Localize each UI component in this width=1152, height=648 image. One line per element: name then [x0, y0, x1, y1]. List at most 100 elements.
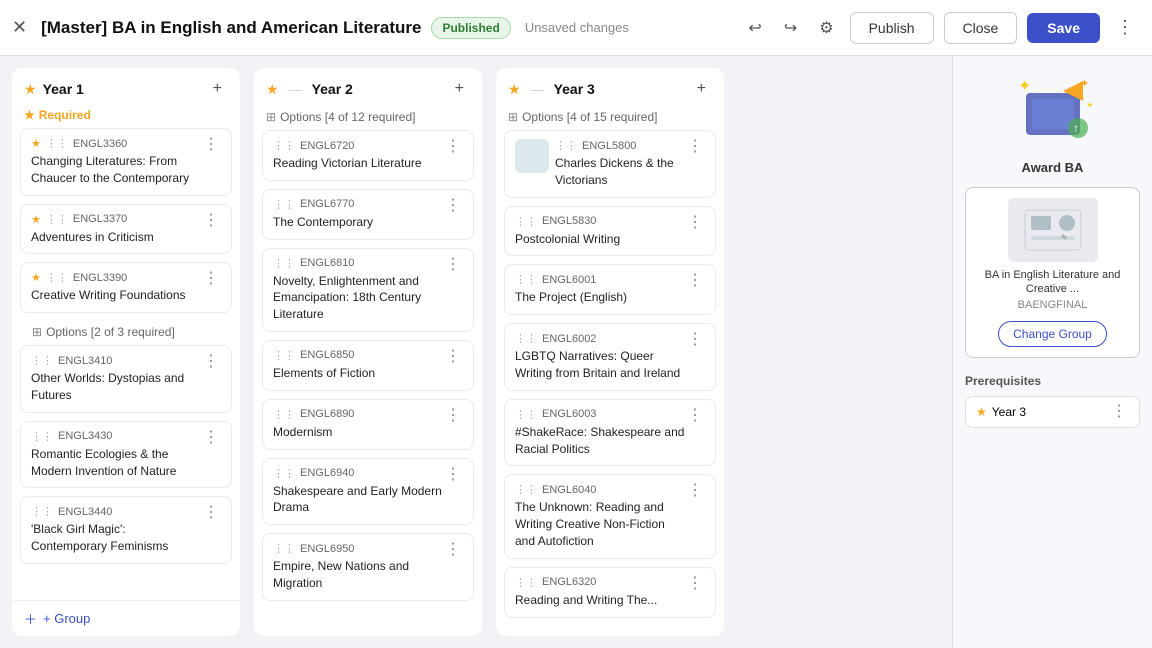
svg-text:↑: ↑ [1073, 121, 1079, 135]
prereq-label: Year 3 [992, 405, 1026, 419]
table-row: ★ ⋮⋮ ENGL3370 Adventures in Criticism ⋮ [20, 204, 232, 255]
change-group-button[interactable]: Change Group [998, 321, 1107, 347]
save-button[interactable]: Save [1027, 13, 1100, 43]
card-menu-button[interactable]: ⋮ [443, 542, 463, 558]
award-section: ↑ ✦ ✦ ✦ Award BA ✎ [965, 72, 1140, 358]
right-panel: ↑ ✦ ✦ ✦ Award BA ✎ [952, 56, 1152, 648]
card-menu-button[interactable]: ⋮ [443, 408, 463, 424]
card-menu-button[interactable]: ⋮ [685, 139, 705, 155]
star-icon: ★ [508, 81, 521, 98]
card-title: LGBTQ Narratives: Queer Writing from Bri… [515, 348, 685, 382]
list-icon: ⋮⋮ [46, 213, 68, 226]
undo-button[interactable]: ↩ [742, 12, 767, 44]
list-icon: ⋮⋮ [515, 273, 537, 286]
column-year1: ★ Year 1 + ★ Required ★ ⋮⋮ ENGL3360 [12, 68, 240, 636]
credential-thumbnail: ✎ [1008, 198, 1098, 262]
list-icon: ⋮⋮ [31, 505, 53, 518]
card-menu-button[interactable]: ⋮ [201, 271, 221, 287]
award-image-area: ↑ ✦ ✦ ✦ [1008, 72, 1098, 152]
options-icon: ⊞ [266, 110, 276, 124]
card-menu-button[interactable]: ⋮ [685, 215, 705, 231]
year1-cards: ★ ⋮⋮ ENGL3360 Changing Literatures: From… [12, 128, 240, 600]
table-row: ⋮⋮ ENGL3440 'Black Girl Magic': Contempo… [20, 496, 232, 564]
card-menu-button[interactable]: ⋮ [201, 213, 221, 229]
columns-area: ★ Year 1 + ★ Required ★ ⋮⋮ ENGL3360 [0, 56, 952, 648]
redo-button[interactable]: ↪ [778, 12, 803, 44]
table-row: ⋮⋮ ENGL6040 The Unknown: Reading and Wri… [504, 474, 716, 558]
card-menu-button[interactable]: ⋮ [443, 467, 463, 483]
card-menu-button[interactable]: ⋮ [201, 137, 221, 153]
card-star-icon: ★ [31, 137, 41, 150]
options-icon: ⊞ [32, 325, 42, 339]
credential-code: BAENGFINAL [976, 299, 1129, 311]
table-row: ⋮⋮ ENGL6002 LGBTQ Narratives: Queer Writ… [504, 323, 716, 391]
card-code: ENGL6001 [542, 274, 596, 286]
main-area: ★ Year 1 + ★ Required ★ ⋮⋮ ENGL3360 [0, 56, 1152, 648]
options-icon: ⊞ [508, 110, 518, 124]
card-menu-button[interactable]: ⋮ [443, 198, 463, 214]
card-menu-button[interactable]: ⋮ [201, 354, 221, 370]
publish-button[interactable]: Publish [850, 12, 934, 44]
list-icon: ⋮⋮ [515, 483, 537, 496]
card-code: ENGL5800 [582, 140, 636, 152]
credential-card: ✎ BA in English Literature and Creative … [965, 187, 1140, 358]
table-row: ⋮⋮ ENGL6720 Reading Victorian Literature… [262, 130, 474, 181]
card-menu-button[interactable]: ⋮ [685, 332, 705, 348]
card-title: Romantic Ecologies & the Modern Inventio… [31, 446, 201, 480]
prereq-menu-button[interactable]: ⋮ [1109, 404, 1129, 420]
card-code: ENGL6890 [300, 408, 354, 420]
table-row: ⋮⋮ ENGL6940 Shakespeare and Early Modern… [262, 458, 474, 526]
table-row: ★ ⋮⋮ ENGL3360 Changing Literatures: From… [20, 128, 232, 196]
card-menu-button[interactable]: ⋮ [685, 273, 705, 289]
card-title: Reading Victorian Literature [273, 155, 422, 172]
table-row: ⋮⋮ ENGL3410 Other Worlds: Dystopias and … [20, 345, 232, 413]
card-menu-button[interactable]: ⋮ [443, 139, 463, 155]
list-icon: ⋮⋮ [46, 271, 68, 284]
card-title: Creative Writing Foundations [31, 287, 186, 304]
card-menu-button[interactable]: ⋮ [443, 349, 463, 365]
add-group-button[interactable]: ＋ + Group [12, 600, 240, 636]
card-code: ENGL6940 [300, 467, 354, 479]
list-icon: ⋮⋮ [31, 354, 53, 367]
card-code: ENGL3360 [73, 138, 127, 150]
list-icon: ⋮⋮ [515, 215, 537, 228]
table-row: ⋮⋮ ENGL6890 Modernism ⋮ [262, 399, 474, 450]
connector-line: — [531, 82, 544, 97]
year1-label: Year 1 [43, 81, 201, 97]
more-options-button[interactable]: ⋮ [1110, 11, 1140, 44]
list-icon: ⋮⋮ [273, 257, 295, 270]
back-icon[interactable]: ✕ [12, 17, 27, 38]
card-menu-button[interactable]: ⋮ [443, 257, 463, 273]
card-code: ENGL6850 [300, 349, 354, 361]
card-menu-button[interactable]: ⋮ [685, 576, 705, 592]
year1-required-label: ★ Required [12, 106, 240, 128]
year1-add-button[interactable]: + [207, 78, 228, 100]
card-menu-button[interactable]: ⋮ [201, 505, 221, 521]
header: ✕ [Master] BA in English and American Li… [0, 0, 1152, 56]
star-icon: ★ [24, 81, 37, 98]
card-code: ENGL6950 [300, 543, 354, 555]
star-req-icon: ★ [24, 108, 35, 122]
year2-options-label: ⊞ Options [4 of 12 required] [254, 106, 482, 130]
card-title: Modernism [273, 424, 354, 441]
settings-button[interactable]: ⚙ [813, 12, 839, 44]
year3-cards: ⋮⋮ ENGL5800 Charles Dickens & the Victor… [496, 130, 724, 636]
card-menu-button[interactable]: ⋮ [201, 430, 221, 446]
card-title: Empire, New Nations and Migration [273, 558, 443, 592]
card-title: Changing Literatures: From Chaucer to th… [31, 153, 201, 187]
connector-line: — [289, 82, 302, 97]
close-button[interactable]: Close [944, 12, 1018, 44]
year3-add-button[interactable]: + [691, 78, 712, 100]
card-code: ENGL6003 [542, 408, 596, 420]
card-title: Adventures in Criticism [31, 229, 154, 246]
card-menu-button[interactable]: ⋮ [685, 408, 705, 424]
year2-add-button[interactable]: + [449, 78, 470, 100]
card-code: ENGL6720 [300, 140, 354, 152]
column-year1-header: ★ Year 1 + [12, 68, 240, 106]
page-title: [Master] BA in English and American Lite… [41, 18, 421, 38]
card-code: ENGL3410 [58, 355, 112, 367]
card-menu-button[interactable]: ⋮ [685, 483, 705, 499]
year3-options-label: ⊞ Options [4 of 15 required] [496, 106, 724, 130]
table-row: ⋮⋮ ENGL6003 #ShakeRace: Shakespeare and … [504, 399, 716, 467]
prerequisites-title: Prerequisites [965, 374, 1140, 388]
